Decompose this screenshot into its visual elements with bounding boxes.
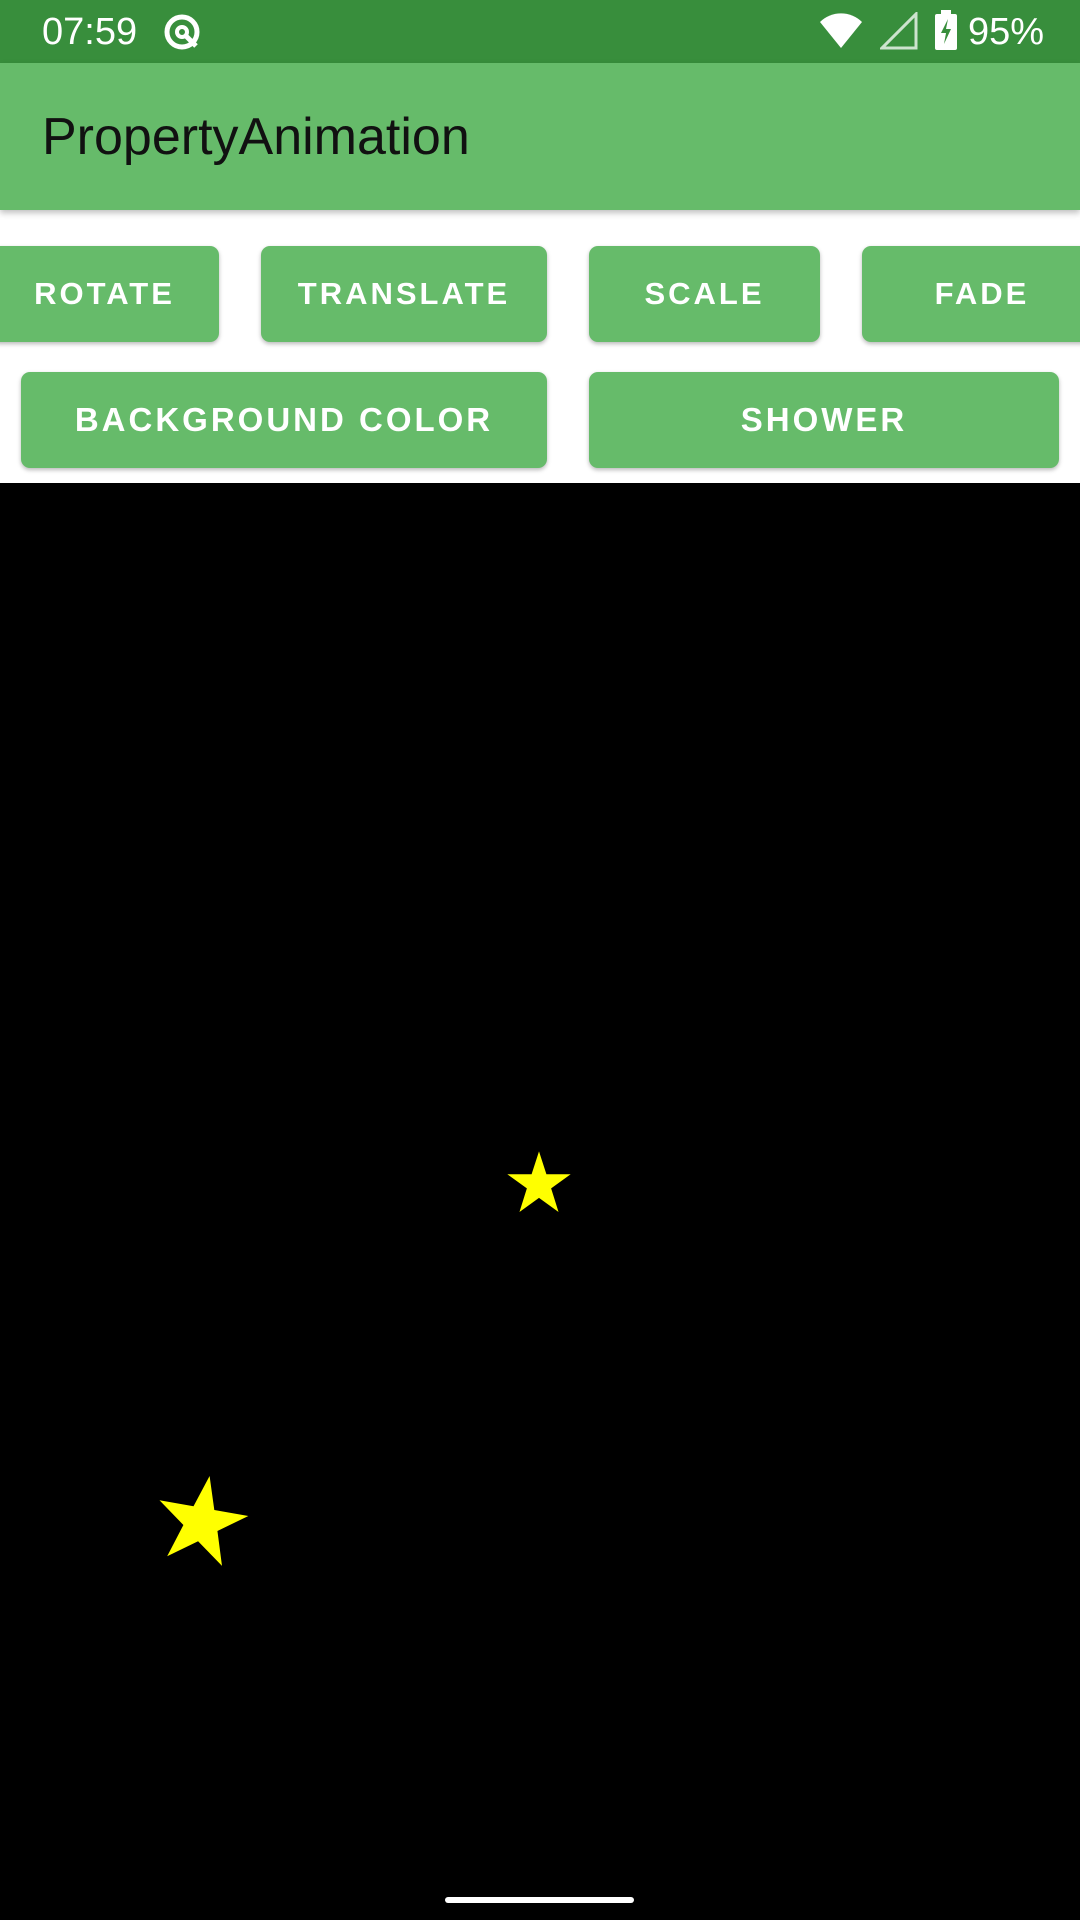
wifi-icon — [820, 13, 862, 48]
shower-button[interactable]: SHOWER — [589, 372, 1059, 468]
star-icon — [507, 1151, 571, 1212]
status-bar: 07:59 95% — [0, 0, 1080, 63]
app-title: PropertyAnimation — [42, 108, 470, 166]
status-time: 07:59 — [42, 11, 138, 53]
rotate-button[interactable]: ROTATE — [0, 246, 219, 342]
screen: 07:59 95% PropertyAnimation ROTATE TRANS… — [0, 0, 1080, 1920]
home-indicator[interactable] — [445, 1897, 634, 1903]
controls-panel: ROTATE TRANSLATE SCALE FADE BACKGROUND C… — [0, 210, 1080, 483]
star-icon — [159, 1475, 249, 1566]
app-notification-icon — [164, 14, 200, 50]
scale-button[interactable]: SCALE — [589, 246, 820, 342]
battery-percentage: 95% — [968, 11, 1045, 53]
translate-button[interactable]: TRANSLATE — [261, 246, 547, 342]
cell-signal-icon — [880, 12, 918, 50]
background-color-button[interactable]: BACKGROUND COLOR — [21, 372, 547, 468]
app-bar: PropertyAnimation — [0, 63, 1080, 210]
animation-canvas — [0, 483, 1080, 1920]
fade-button[interactable]: FADE — [862, 246, 1080, 342]
battery-charging-icon — [935, 10, 957, 50]
